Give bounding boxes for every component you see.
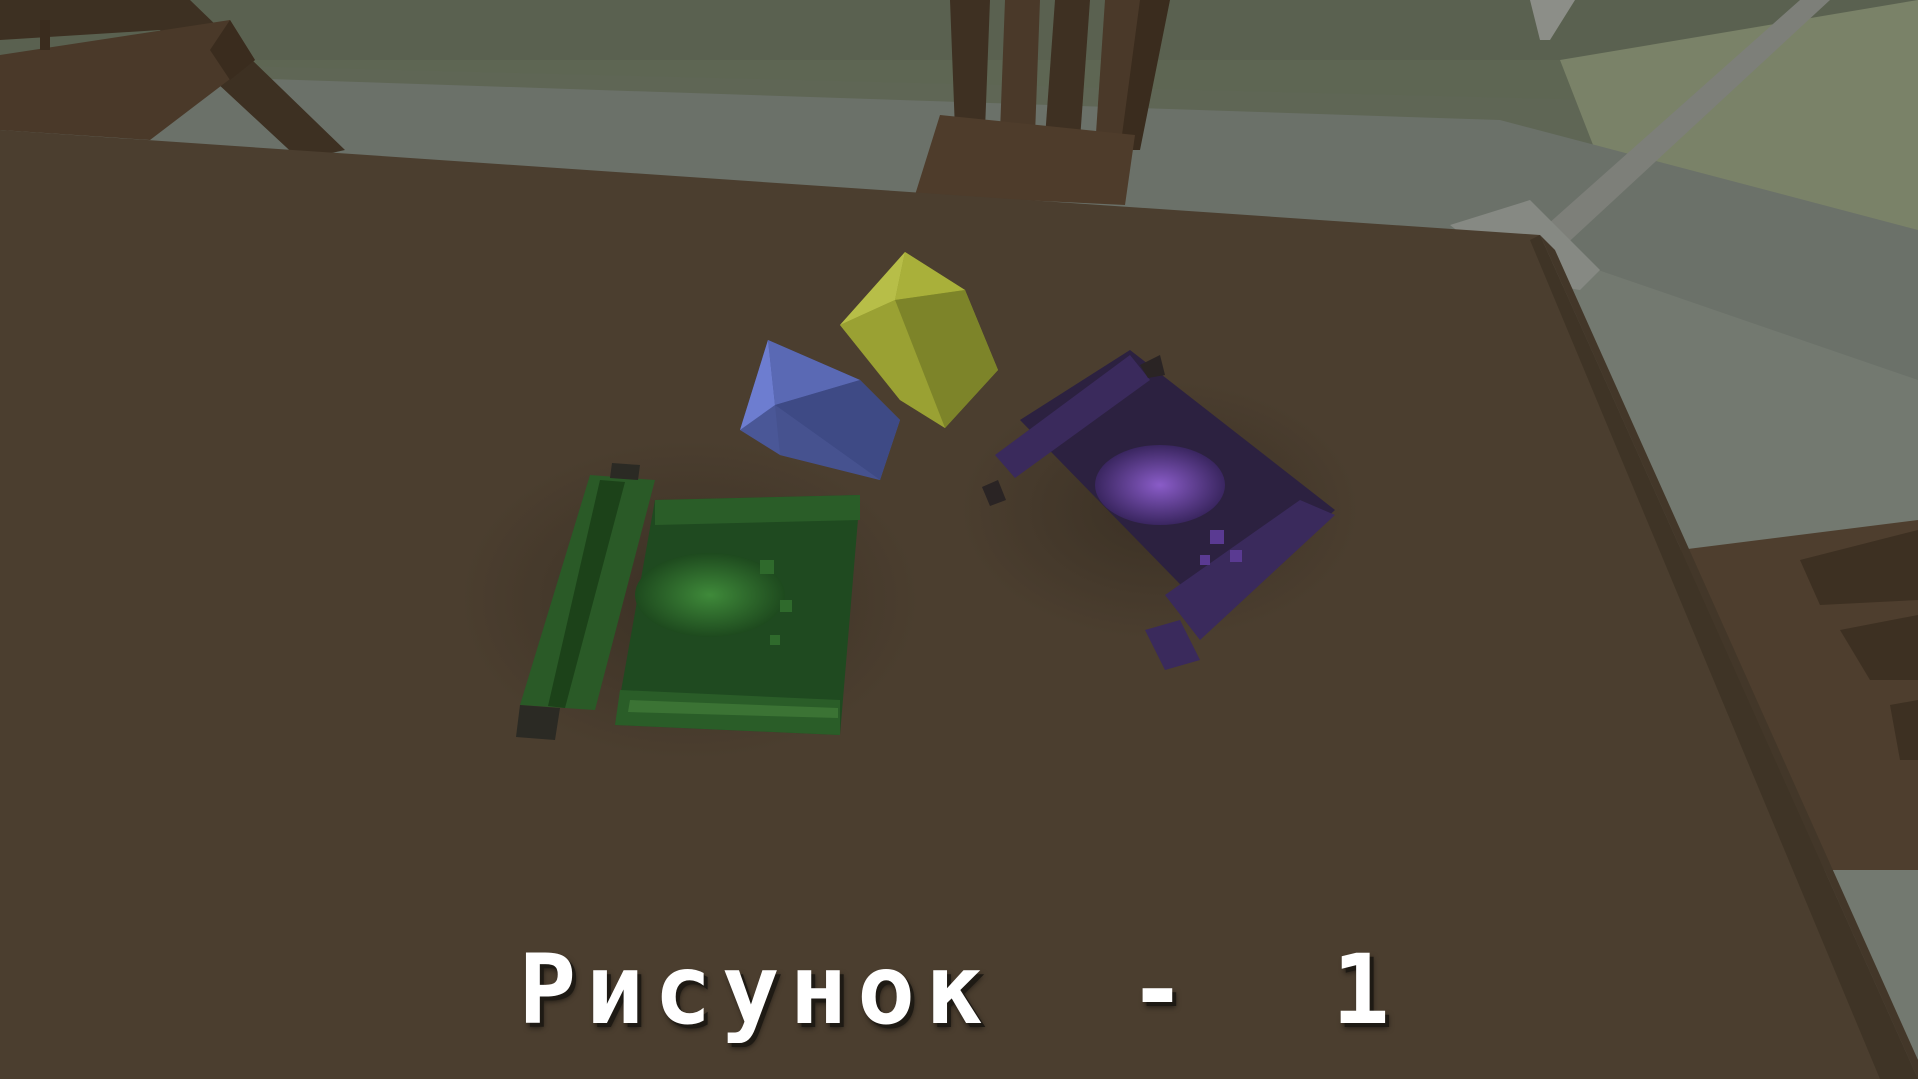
game-viewport [0, 0, 1918, 1079]
purple-scroll-rune [1095, 445, 1225, 525]
figure-caption: Рисунок - 1 [518, 934, 1400, 1046]
